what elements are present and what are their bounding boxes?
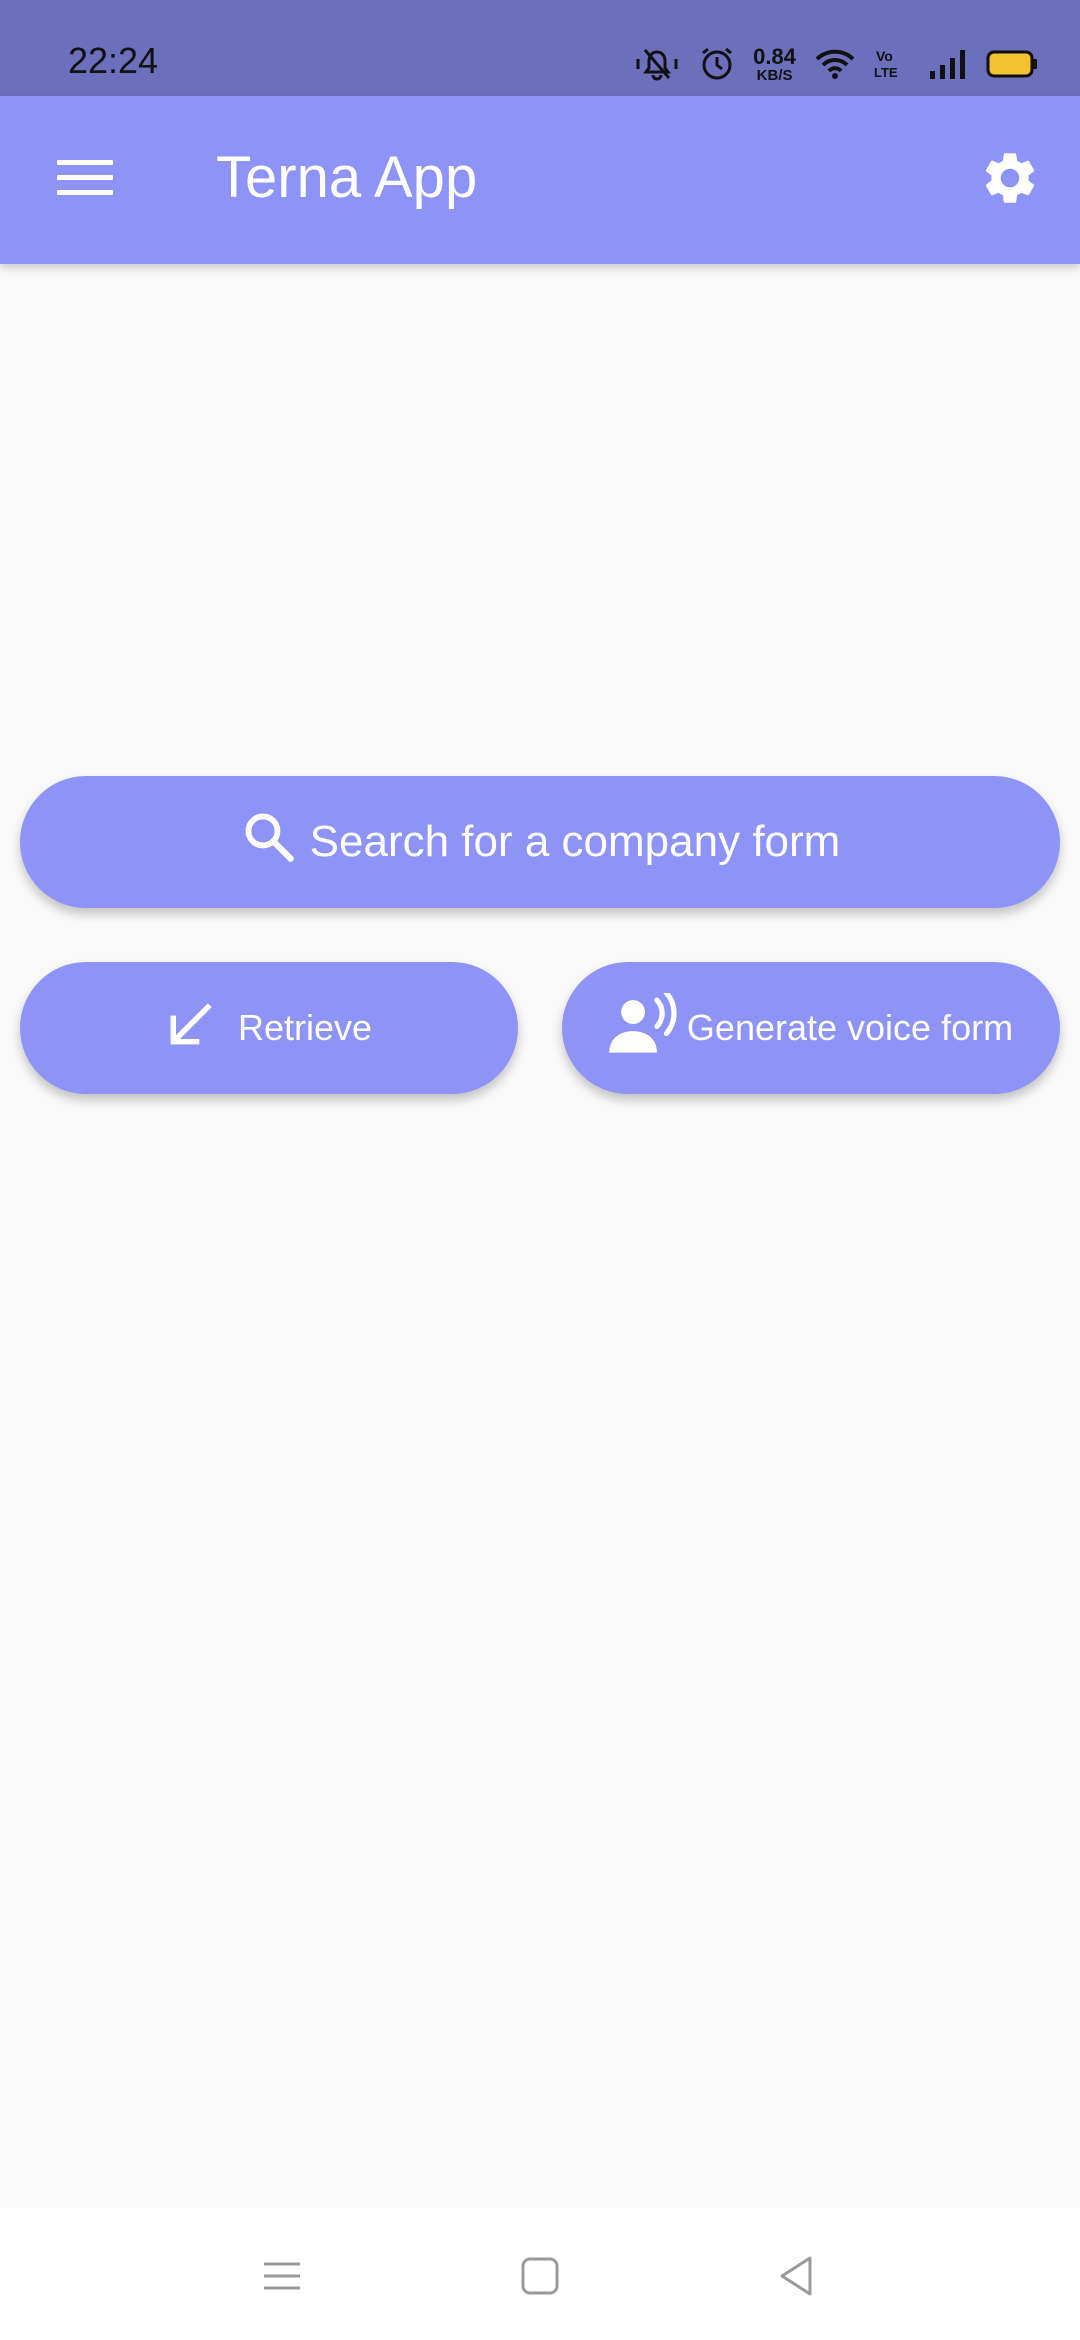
mute-vibrate-icon	[633, 46, 681, 82]
net-speed-value: 0.84	[753, 43, 796, 69]
system-nav-bar	[0, 2208, 1080, 2340]
svg-text:LTE: LTE	[874, 65, 898, 80]
app-title: Terna App	[216, 145, 478, 210]
status-bar: 22:24 0.84 KB/S Vo LTE	[0, 0, 1080, 96]
net-speed: 0.84 KB/S	[753, 43, 796, 84]
generate-voice-form-button[interactable]: Generate voice form	[562, 962, 1060, 1094]
generate-voice-form-label: Generate voice form	[686, 1007, 1014, 1048]
back-icon	[776, 2254, 816, 2303]
app-bar: Terna App	[0, 96, 1080, 264]
home-icon	[520, 2256, 560, 2301]
menu-button[interactable]	[40, 140, 130, 220]
recents-button[interactable]	[242, 2238, 322, 2318]
hamburger-menu-icon	[57, 158, 113, 203]
status-icons: 0.84 KB/S Vo LTE	[633, 42, 1040, 86]
voice-person-icon	[609, 989, 687, 1064]
retrieve-button[interactable]: Retrieve	[20, 962, 518, 1094]
search-icon	[240, 808, 310, 877]
retrieve-label: Retrieve	[237, 1007, 373, 1048]
net-speed-unit: KB/S	[756, 66, 793, 84]
battery-icon	[986, 49, 1040, 79]
back-button[interactable]	[756, 2238, 836, 2318]
signal-icon	[928, 47, 968, 81]
main-content	[0, 264, 1080, 2208]
alarm-icon	[699, 46, 735, 82]
home-button[interactable]	[500, 2238, 580, 2318]
recents-icon	[262, 2256, 302, 2301]
status-time: 22:24	[68, 40, 159, 81]
gear-icon	[979, 147, 1041, 214]
arrow-down-left-icon	[166, 999, 238, 1058]
settings-button[interactable]	[970, 140, 1050, 220]
svg-text:Vo: Vo	[876, 48, 893, 64]
search-company-form-label: Search for a company form	[309, 817, 841, 866]
volte-icon: Vo LTE	[874, 47, 910, 81]
search-company-form-button[interactable]: Search for a company form	[20, 776, 1060, 908]
wifi-icon	[814, 47, 856, 81]
